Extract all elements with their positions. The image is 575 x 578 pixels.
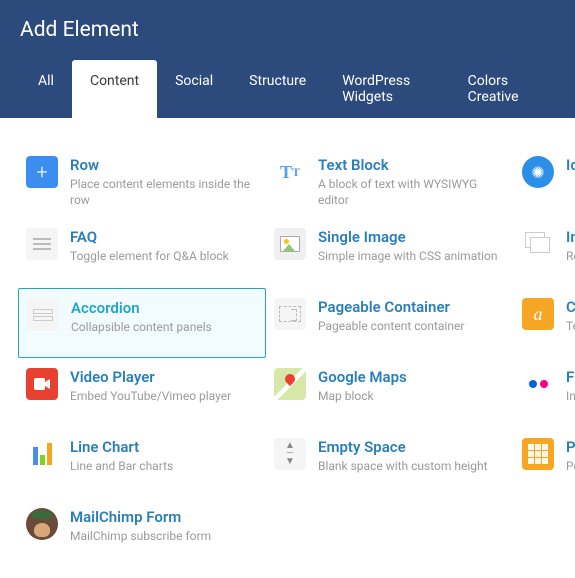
tab-content[interactable]: Content [72,60,157,118]
text-icon: TT [274,156,306,188]
element-name: MailChimp Form [70,508,258,526]
element-google-maps[interactable]: Google Maps Map block [266,358,514,428]
element-flickr-partial[interactable]: Fl Im [514,358,575,428]
element-name: Accordion [71,299,257,317]
plus-icon: + [26,156,58,188]
element-name: Fl [566,368,575,386]
gear-icon: ✺ [522,156,554,188]
element-name: Line Chart [70,438,258,456]
flickr-icon [522,368,554,400]
element-desc: Line and Bar charts [70,458,258,474]
element-desc: Toggle element for Q&A block [70,248,258,264]
element-desc: Embed YouTube/Vimeo player [70,388,258,404]
gallery-icon [522,228,554,260]
tab-all[interactable]: All [20,60,72,118]
element-text-block[interactable]: TT Text Block A block of text with WYSIW… [266,146,514,218]
element-desc: Map block [318,388,506,404]
element-name: In [566,228,575,246]
element-desc: Place content elements inside the row [70,176,258,208]
mailchimp-icon [26,508,58,540]
grid-icon [522,438,554,470]
element-row[interactable]: + Row Place content elements inside the … [18,146,266,218]
element-name: Single Image [318,228,506,246]
element-icon-partial[interactable]: ✺ Ic [514,146,575,218]
element-name: Pageable Container [318,298,506,316]
element-accordion[interactable]: Accordion Collapsible content panels [18,288,266,358]
element-empty-space[interactable]: ▲┄▼ Empty Space Blank space with custom … [266,428,514,498]
element-desc: Blank space with custom height [318,458,506,474]
element-name: Video Player [70,368,258,386]
tab-wp-widgets[interactable]: WordPress Widgets [324,60,449,118]
container-icon [274,298,306,330]
modal-title: Add Element [20,18,555,42]
element-name: Text Block [318,156,506,174]
bar-chart-icon [26,438,58,470]
element-desc: Pageable content container [318,318,506,334]
tab-structure[interactable]: Structure [231,60,324,118]
element-custom-partial[interactable]: a Cu Te [514,288,575,358]
element-mailchimp-form[interactable]: MailChimp Form MailChimp subscribe form [18,498,266,568]
element-desc: Simple image with CSS animation [318,248,506,264]
elements-grid: + Row Place content elements inside the … [18,146,557,568]
element-line-chart[interactable]: Line Chart Line and Bar charts [18,428,266,498]
category-tabs: All Content Social Structure WordPress W… [20,60,555,118]
element-pageable-container[interactable]: Pageable Container Pageable content cont… [266,288,514,358]
tab-social[interactable]: Social [157,60,231,118]
element-desc: A block of text with WYSIWYG editor [318,176,506,208]
tab-colors-creative[interactable]: Colors Creative [450,60,555,118]
element-name: Po [566,438,575,456]
modal-header: Add Element All Content Social Structure… [0,0,575,118]
element-desc: Te [566,318,575,334]
element-desc: MailChimp subscribe form [70,528,258,544]
element-desc: Re [566,248,575,264]
elements-panel: + Row Place content elements inside the … [0,118,575,578]
element-single-image[interactable]: Single Image Simple image with CSS anima… [266,218,514,288]
element-name: Empty Space [318,438,506,456]
list-icon [26,228,58,260]
element-name: FAQ [70,228,258,246]
accordion-icon [27,299,59,331]
element-desc: Po [566,458,575,474]
video-icon [26,368,58,400]
element-image-gallery-partial[interactable]: In Re [514,218,575,288]
letter-a-icon: a [522,298,554,330]
image-icon [274,228,306,260]
element-faq[interactable]: FAQ Toggle element for Q&A block [18,218,266,288]
map-pin-icon [274,368,306,400]
element-name: Google Maps [318,368,506,386]
element-desc: Im [566,388,575,404]
element-name: Cu [566,298,575,316]
element-desc: Collapsible content panels [71,319,257,335]
element-video-player[interactable]: Video Player Embed YouTube/Vimeo player [18,358,266,428]
spacer-icon: ▲┄▼ [274,438,306,470]
element-name: Row [70,156,258,174]
element-name: Ic [566,156,575,174]
element-posts-partial[interactable]: Po Po [514,428,575,498]
